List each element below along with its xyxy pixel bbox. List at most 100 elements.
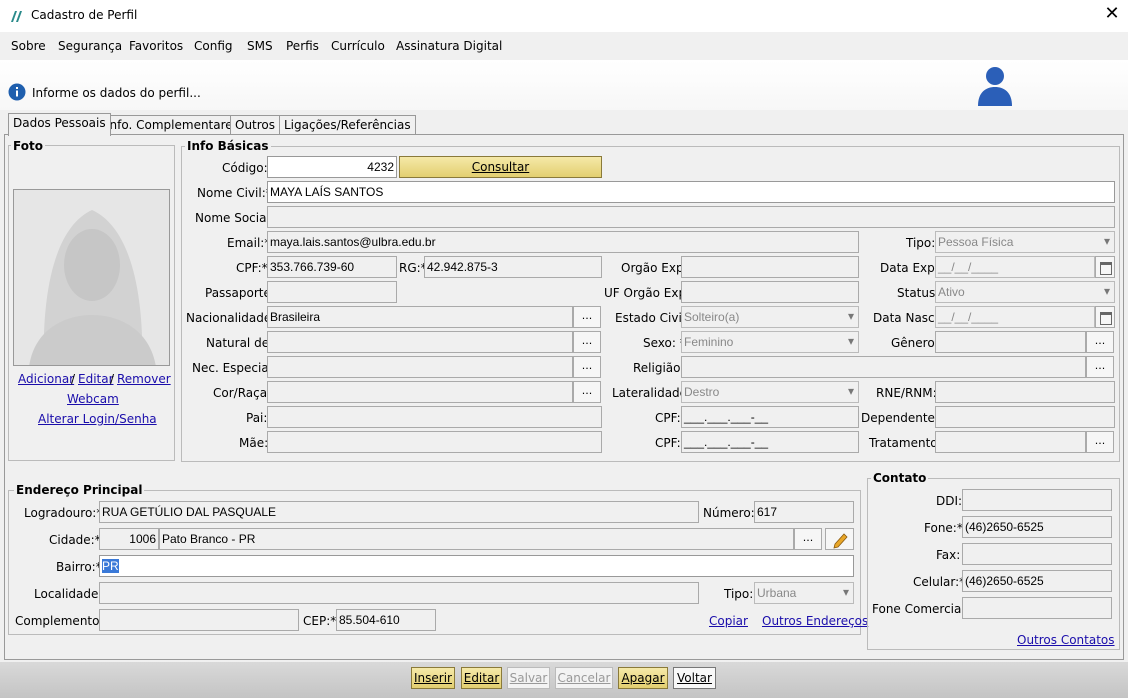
inserir-button[interactable]: Inserir <box>411 667 455 689</box>
webcam-link[interactable]: Webcam <box>67 392 119 406</box>
pai-label: Pai: <box>246 411 268 425</box>
codigo-field[interactable]: 4232 <box>267 156 397 178</box>
localidade-field[interactable] <box>99 582 699 604</box>
genero-lookup-button[interactable]: ... <box>1086 331 1114 353</box>
adicionar-link[interactable]: Adicionar <box>18 372 74 386</box>
consultar-button[interactable]: Consultar <box>399 156 602 178</box>
outros-enderecos-link[interactable]: Outros Endereços <box>762 614 868 628</box>
salvar-button[interactable]: Salvar <box>507 667 550 689</box>
editar-foto-link[interactable]: Editar <box>78 372 114 386</box>
data-nasc-field[interactable]: __/__/____ <box>935 306 1095 328</box>
cidade-codigo-field[interactable]: 1006 <box>99 528 159 550</box>
data-nasc-calendar-icon[interactable] <box>1095 306 1115 328</box>
status-select[interactable]: Ativo <box>935 281 1115 303</box>
outros-contatos-link[interactable]: Outros Contatos <box>1017 633 1115 647</box>
uf-orgao-field[interactable] <box>681 281 859 303</box>
tratamento-field[interactable] <box>935 431 1086 453</box>
menu-config[interactable]: Config <box>194 39 233 53</box>
info-icon <box>8 83 26 101</box>
cidade-lookup-button[interactable]: ... <box>794 528 822 550</box>
tab-dados-pessoais[interactable]: Dados Pessoais <box>8 113 111 136</box>
fone-comercial-field[interactable] <box>962 597 1112 619</box>
user-profile-icon <box>978 67 1012 106</box>
tratamento-lookup-button[interactable]: ... <box>1086 431 1114 453</box>
apagar-button[interactable]: Apagar <box>618 667 668 689</box>
cep-field[interactable]: 85.504-610 <box>336 609 436 631</box>
logradouro-field[interactable]: RUA GETÚLIO DAL PASQUALE <box>99 501 699 523</box>
celular-field[interactable]: (46)2650-6525 <box>962 570 1112 592</box>
genero-field[interactable] <box>935 331 1086 353</box>
data-exp-field[interactable]: __/__/____ <box>935 256 1095 278</box>
fax-label: Fax: <box>936 548 961 562</box>
cpf-pai-field[interactable]: ___.___.___-__ <box>681 406 859 428</box>
bairro-field[interactable]: PR <box>99 555 854 577</box>
nome-social-field[interactable] <box>267 206 1115 228</box>
rne-field[interactable] <box>935 381 1115 403</box>
info-basicas-title: Info Básicas <box>185 139 271 153</box>
cancelar-button[interactable]: Cancelar <box>555 667 613 689</box>
dependentes-field[interactable] <box>935 406 1115 428</box>
nome-civil-field[interactable]: MAYA LAÍS SANTOS <box>267 181 1115 203</box>
pai-field[interactable] <box>267 406 602 428</box>
cidade-edit-pencil-icon[interactable] <box>825 528 854 550</box>
data-exp-calendar-icon[interactable] <box>1095 256 1115 278</box>
fax-field[interactable] <box>962 543 1112 565</box>
nacionalidade-field[interactable]: Brasileira <box>267 306 573 328</box>
cor-raca-lookup-button[interactable]: ... <box>573 381 601 403</box>
avatar-silhouette-icon <box>29 210 156 365</box>
localidade-label: Localidade: <box>34 587 103 601</box>
menu-seguranca[interactable]: Segurança <box>58 39 122 53</box>
lateralidade-select[interactable]: Destro <box>681 381 859 403</box>
endereco-tipo-select[interactable]: Urbana <box>754 582 854 604</box>
religiao-field[interactable] <box>681 356 1086 378</box>
bairro-label: Bairro:* <box>56 560 102 574</box>
tipo-label: Tipo: <box>906 236 936 250</box>
ddi-field[interactable] <box>962 489 1112 511</box>
nec-especial-field[interactable] <box>267 356 573 378</box>
separator: / <box>71 372 76 386</box>
remover-link[interactable]: Remover <box>117 372 171 386</box>
tipo-select[interactable]: Pessoa Física <box>935 231 1115 253</box>
menu-curriculo[interactable]: Currículo <box>331 39 385 53</box>
mae-field[interactable] <box>267 431 602 453</box>
passaporte-field[interactable] <box>267 281 397 303</box>
bairro-selected-text: PR <box>102 559 119 573</box>
cor-raca-field[interactable] <box>267 381 573 403</box>
menu-sms[interactable]: SMS <box>247 39 273 53</box>
separator: / <box>110 372 115 386</box>
menu-perfis[interactable]: Perfis <box>286 39 319 53</box>
copiar-link[interactable]: Copiar <box>709 614 748 628</box>
menu-sobre[interactable]: Sobre <box>11 39 46 53</box>
rg-field[interactable]: 42.942.875-3 <box>424 256 602 278</box>
religiao-lookup-button[interactable]: ... <box>1086 356 1114 378</box>
cidade-field[interactable]: Pato Branco - PR <box>159 528 794 550</box>
fone-field[interactable]: (46)2650-6525 <box>962 516 1112 538</box>
nec-especial-lookup-button[interactable]: ... <box>573 356 601 378</box>
lateralidade-label: Lateralidade: <box>612 386 692 400</box>
alterar-login-link[interactable]: Alterar Login/Senha <box>38 412 157 426</box>
menu-assinatura-digital[interactable]: Assinatura Digital <box>396 39 502 53</box>
tab-outros[interactable]: Outros <box>230 115 281 135</box>
close-icon[interactable]: ✕ <box>1104 5 1120 23</box>
status-label: Status: <box>897 286 940 300</box>
cpf-field[interactable]: 353.766.739-60 <box>267 256 397 278</box>
menu-favoritos[interactable]: Favoritos <box>129 39 183 53</box>
voltar-button[interactable]: Voltar <box>673 667 716 689</box>
cor-raca-label: Cor/Raça: <box>213 386 272 400</box>
cpf-mae-field[interactable]: ___.___.___-__ <box>681 431 859 453</box>
tab-ligacoes-referencias[interactable]: Ligações/Referências <box>279 115 416 135</box>
tab-info-complementares[interactable]: Info. Complementares <box>101 115 244 135</box>
nacionalidade-lookup-button[interactable]: ... <box>573 306 601 328</box>
email-field[interactable]: maya.lais.santos@ulbra.edu.br <box>267 231 859 253</box>
logradouro-label: Logradouro:* <box>24 506 103 520</box>
numero-field[interactable]: 617 <box>754 501 854 523</box>
sexo-select[interactable]: Feminino <box>681 331 859 353</box>
estado-civil-select[interactable]: Solteiro(a) <box>681 306 859 328</box>
natural-lookup-button[interactable]: ... <box>573 331 601 353</box>
orgao-exp-field[interactable] <box>681 256 859 278</box>
genero-label: Gênero: <box>891 336 939 350</box>
info-bar <box>0 60 1128 110</box>
editar-button[interactable]: Editar <box>461 667 502 689</box>
natural-field[interactable] <box>267 331 573 353</box>
complemento-field[interactable] <box>99 609 299 631</box>
